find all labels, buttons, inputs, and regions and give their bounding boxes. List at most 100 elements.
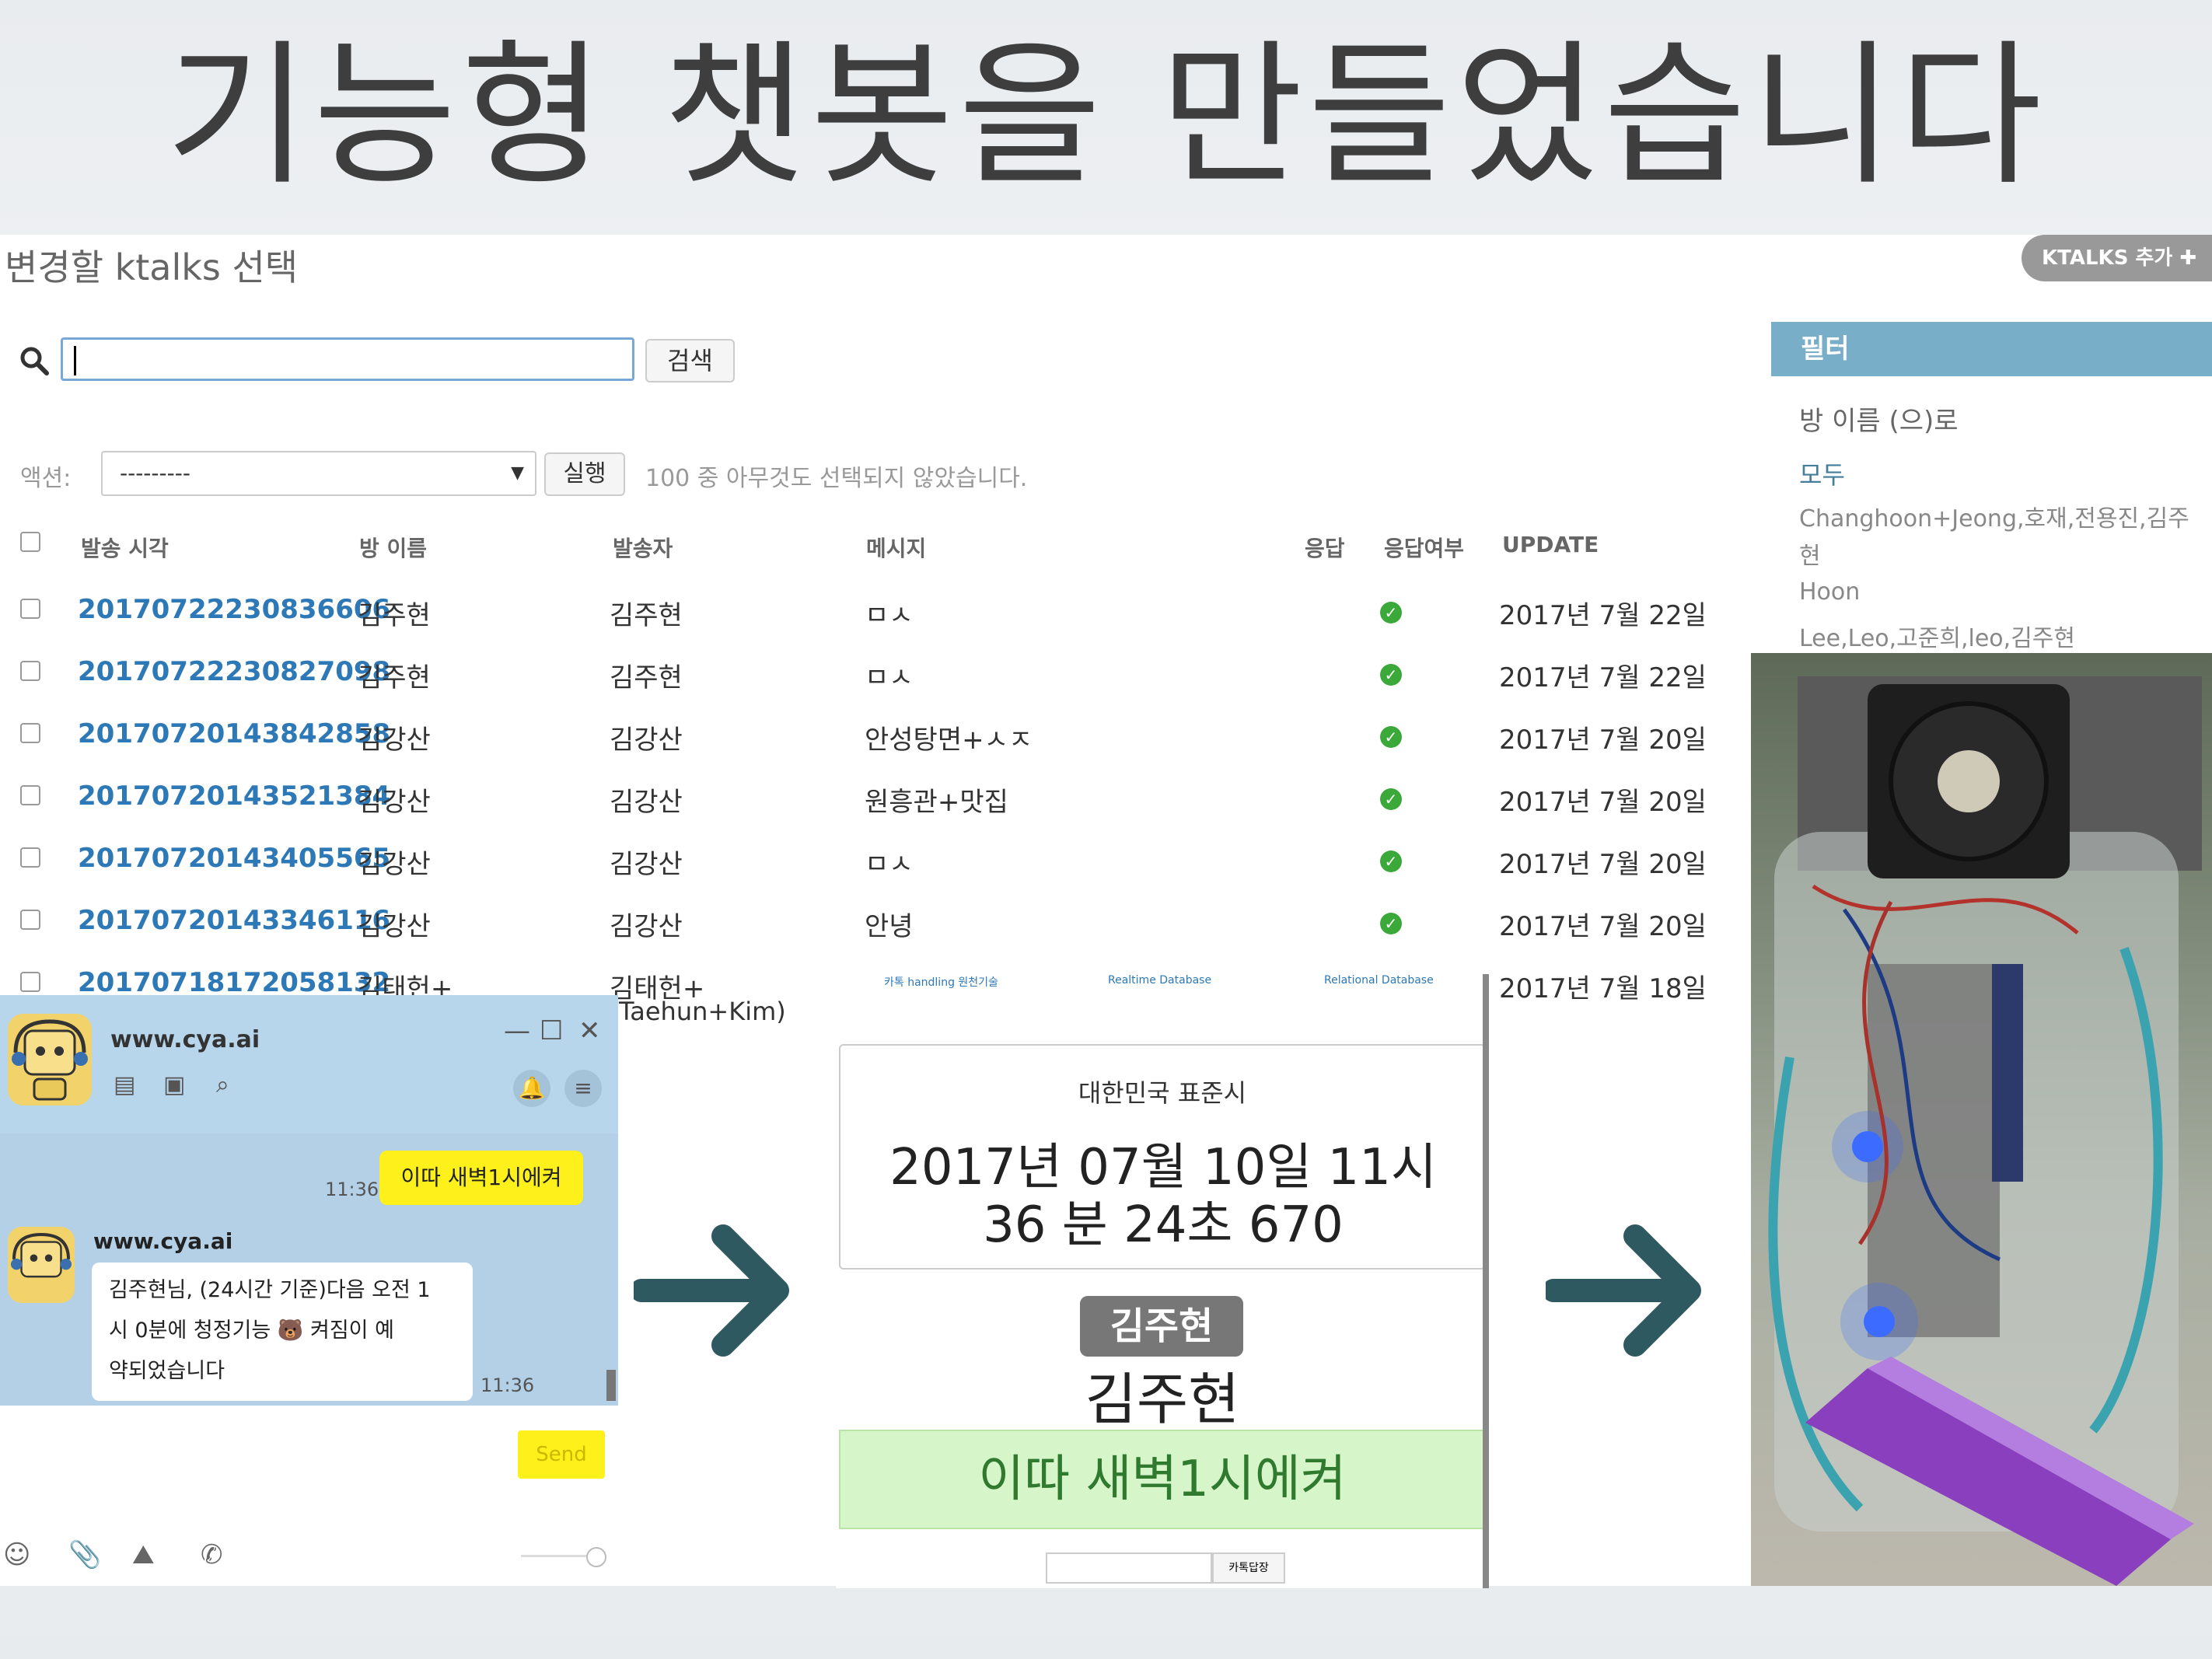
column-header-sent-time[interactable]: 발송 시각: [81, 532, 169, 563]
row-id-link[interactable]: 20170722230836606: [78, 594, 390, 625]
row-checkbox[interactable]: [20, 910, 40, 930]
album-icon[interactable]: ▣: [163, 1071, 185, 1098]
menu-icon[interactable]: ≡: [564, 1070, 602, 1107]
row-update: 2017년 7월 22일: [1499, 662, 1707, 693]
row-checkbox[interactable]: [20, 723, 40, 743]
check-circle-icon: ✓: [1380, 726, 1402, 748]
row-sender: 김강산: [610, 849, 683, 880]
row-message: 원흥관+맛집: [865, 787, 1008, 818]
phone-icon[interactable]: ✆: [201, 1539, 223, 1570]
select-all-checkbox[interactable]: [20, 532, 40, 552]
search-icon[interactable]: ⌕: [216, 1071, 229, 1098]
row-id-link[interactable]: 20170720143346116: [78, 905, 390, 936]
filter-item[interactable]: Lee,Leo,고준희,leo,김주현: [1799, 619, 2075, 653]
table-row: 20170722230836606 김주현 김주현 ㅁㅅ ✓ 2017년 7월 …: [0, 583, 1757, 645]
row-room: 김강산: [358, 787, 431, 818]
filter-panel: 필터 방 이름 (으)로 모두 Changhoon+Jeong,호재,전용진,김…: [1771, 322, 2212, 652]
search-input[interactable]: [61, 337, 634, 381]
row-sender: 김강산: [610, 911, 683, 942]
reply-input[interactable]: [1046, 1552, 1212, 1584]
image-icon[interactable]: ⛰: [132, 1539, 155, 1570]
timezone-label: 대한민국 표준시: [1078, 1078, 1247, 1108]
row-id-link[interactable]: 20170720143405565: [78, 843, 390, 874]
minimize-icon[interactable]: —: [504, 1015, 530, 1046]
emoji-icon[interactable]: ☺: [3, 1539, 30, 1570]
sender-badge: 김주현: [1080, 1296, 1243, 1357]
column-header-response[interactable]: 응답: [1305, 532, 1345, 563]
robot-avatar-icon: [12, 1019, 88, 1101]
slide-title: 기능형 챗봇을 만들었습니다: [165, 26, 2047, 207]
row-update: 2017년 7월 18일: [1499, 973, 1707, 1004]
top-link[interactable]: Realtime Database: [1108, 974, 1211, 987]
send-button[interactable]: Send: [518, 1430, 605, 1479]
row-update: 2017년 7월 22일: [1499, 600, 1707, 631]
action-select[interactable]: --------- ▼: [101, 451, 536, 496]
avatar: [8, 1014, 92, 1105]
check-circle-icon: ✓: [1380, 788, 1402, 810]
top-link[interactable]: 카톡 handling 원천기술: [884, 974, 998, 990]
filter-item-all[interactable]: 모두: [1799, 456, 1845, 491]
action-selected-value: ---------: [120, 460, 190, 486]
row-sender: 김주현: [610, 600, 683, 631]
search-button[interactable]: 검색: [645, 339, 735, 382]
row-message: ㅁㅅ: [865, 600, 914, 631]
column-header-message[interactable]: 메시지: [866, 532, 926, 563]
selection-count: 100 중 아무것도 선택되지 않았습니다.: [645, 465, 1028, 492]
bell-icon[interactable]: 🔔: [513, 1070, 550, 1107]
column-header-sender[interactable]: 발송자: [613, 532, 673, 563]
run-action-button[interactable]: 실행: [544, 452, 625, 496]
air-purifier-device-image: [1768, 676, 2202, 1586]
row-sender-continuation: Taehun+Kim): [619, 997, 786, 1026]
column-header-responded[interactable]: 응답여부: [1384, 532, 1464, 563]
row-message: 안녕: [865, 911, 914, 942]
filter-item[interactable]: 현: [1799, 536, 1821, 571]
bot-message-time: 11:36: [480, 1374, 535, 1396]
table-row: 20170720143521384 김강산 김강산 원흥관+맛집 ✓ 2017년…: [0, 770, 1757, 832]
row-id-link[interactable]: 20170718172058132: [78, 967, 390, 998]
air-purifier-photo: [1751, 653, 2212, 1586]
received-message: 이따 새벽1시에켜: [839, 1430, 1486, 1529]
column-header-room[interactable]: 방 이름: [359, 532, 427, 563]
action-label: 액션:: [20, 465, 72, 492]
top-link[interactable]: Relational Database: [1324, 974, 1434, 987]
row-id-link[interactable]: 20170720143842858: [78, 718, 390, 749]
page-heading: 변경할 ktalks 선택: [5, 246, 299, 288]
check-circle-icon: ✓: [1380, 850, 1402, 872]
arrow-right-icon: [1546, 1224, 1701, 1357]
row-update: 2017년 7월 20일: [1499, 725, 1707, 756]
notes-icon[interactable]: ▤: [114, 1071, 135, 1098]
row-room: 김강산: [358, 725, 431, 756]
row-id-link[interactable]: 20170722230827098: [78, 656, 390, 687]
reply-button[interactable]: 카톡답장: [1212, 1552, 1285, 1584]
scrollbar[interactable]: [1483, 974, 1489, 1588]
column-header-update[interactable]: UPDATE: [1502, 532, 1599, 557]
add-ktalks-button[interactable]: KTALKS 추가 ✚: [2022, 235, 2212, 281]
row-message: 안성탕면+ㅅㅈ: [865, 725, 1033, 756]
filter-item[interactable]: Hoon: [1799, 578, 1860, 606]
attach-icon[interactable]: 📎: [68, 1539, 101, 1570]
row-checkbox[interactable]: [20, 847, 40, 868]
row-update: 2017년 7월 20일: [1499, 849, 1707, 880]
row-id-link[interactable]: 20170720143521384: [78, 781, 390, 812]
row-checkbox[interactable]: [20, 599, 40, 619]
filter-header: 필터: [1771, 322, 2212, 376]
filter-item[interactable]: Changhoon+Jeong,호재,전용진,김주: [1799, 499, 2189, 533]
my-message-bubble: 이따 새벽1시에켜: [379, 1151, 583, 1205]
realtime-message-panel: 카톡 handling 원천기술 Realtime Database Relat…: [836, 974, 1489, 1588]
row-checkbox[interactable]: [20, 972, 40, 992]
row-checkbox[interactable]: [20, 785, 40, 805]
check-circle-icon: ✓: [1380, 664, 1402, 686]
maximize-icon[interactable]: ☐: [540, 1015, 563, 1046]
row-update: 2017년 7월 20일: [1499, 911, 1707, 942]
table-row: 20170720143346116 김강산 김강산 안녕 ✓ 2017년 7월 …: [0, 894, 1757, 956]
slider-handle[interactable]: [586, 1547, 606, 1567]
close-icon[interactable]: ✕: [578, 1015, 601, 1046]
bot-avatar: [8, 1227, 75, 1303]
bot-name: www.cya.ai: [93, 1228, 233, 1254]
scrollbar[interactable]: [606, 1370, 616, 1401]
row-checkbox[interactable]: [20, 661, 40, 681]
row-room: 김주현: [358, 600, 431, 631]
row-room: 김주현: [358, 662, 431, 693]
messenger-window: www.cya.ai — ☐ ✕ ▤ ▣ ⌕ 🔔 ≡ 이따 새벽1시에켜 11:…: [0, 995, 618, 1586]
table-row: 20170720143405565 김강산 김강산 ㅁㅅ ✓ 2017년 7월 …: [0, 832, 1757, 894]
